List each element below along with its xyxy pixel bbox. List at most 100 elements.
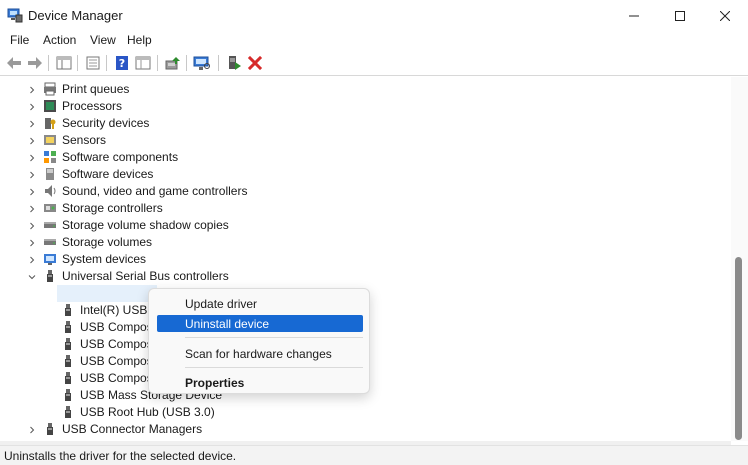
context-item-label: Uninstall device [185, 316, 270, 331]
chevron-right-icon[interactable] [27, 217, 37, 234]
usb-icon [65, 304, 71, 316]
scrollbar-thumb[interactable] [735, 257, 742, 440]
status-text: Uninstalls the driver for the selected d… [4, 449, 237, 463]
context-update-driver[interactable]: Update driver [157, 295, 363, 312]
forward-button[interactable] [26, 54, 44, 72]
speaker-icon [45, 185, 56, 197]
processor-icon [44, 100, 56, 112]
chevron-right-icon[interactable] [27, 81, 37, 98]
context-item-label: Scan for hardware changes [185, 346, 332, 361]
context-item-label: Update driver [185, 296, 258, 311]
selected-row-highlight [57, 285, 157, 302]
software-component-icon [44, 151, 56, 163]
properties-button[interactable] [84, 54, 102, 72]
tree-category-label[interactable]: System devices [62, 251, 146, 268]
usb-icon [65, 389, 71, 401]
usb-icon [65, 355, 71, 367]
uninstall-device-button[interactable] [246, 54, 264, 72]
context-uninstall-device[interactable]: Uninstall device [157, 315, 363, 332]
drive-icon [44, 222, 56, 228]
usb-icon [65, 406, 71, 418]
tree-category-label[interactable]: Software components [62, 149, 178, 166]
back-arrow-icon [7, 57, 21, 69]
status-bar: Uninstalls the driver for the selected d… [0, 445, 748, 465]
storage-controller-icon [44, 204, 56, 212]
chevron-right-icon[interactable] [27, 421, 37, 438]
chevron-right-icon[interactable] [27, 200, 37, 217]
view-button[interactable] [134, 54, 152, 72]
svg-text:?: ? [119, 57, 125, 70]
tree-device-label[interactable]: USB Root Hub (USB 3.0) [80, 404, 215, 421]
chevron-right-icon[interactable] [27, 166, 37, 183]
context-properties[interactable]: Properties [157, 374, 363, 391]
scan-hardware-icon [193, 56, 210, 70]
update-driver-icon [165, 57, 180, 70]
device-manager-icon [7, 8, 23, 23]
window-title: Device Manager [28, 8, 123, 23]
chevron-right-icon[interactable] [27, 98, 37, 115]
tree-category-label[interactable]: Universal Serial Bus controllers [62, 268, 229, 285]
usb-icon [65, 321, 71, 333]
tree-category-label[interactable]: Sensors [62, 132, 106, 149]
close-icon [720, 10, 730, 21]
enable-device-button[interactable] [225, 54, 243, 72]
menu-file[interactable]: File [10, 33, 29, 47]
minimize-button[interactable] [611, 0, 657, 31]
title-bar: Device Manager [0, 0, 748, 31]
chevron-right-icon[interactable] [27, 251, 37, 268]
context-scan-hardware[interactable]: Scan for hardware changes [157, 345, 363, 362]
drive-icon [44, 239, 56, 245]
tree-category-label[interactable]: USB Connector Managers [62, 421, 202, 438]
scan-hardware-button[interactable] [193, 54, 211, 72]
forward-arrow-icon [28, 57, 42, 69]
chevron-right-icon[interactable] [27, 149, 37, 166]
menu-action[interactable]: Action [43, 33, 76, 47]
tree-device-label[interactable]: USB Composit [80, 353, 159, 370]
chevron-right-icon[interactable] [27, 115, 37, 132]
view-icon [135, 56, 151, 70]
tree-category-label[interactable]: Processors [62, 98, 122, 115]
close-button[interactable] [702, 0, 748, 31]
chevron-down-icon[interactable] [27, 268, 37, 285]
context-item-label: Properties [185, 375, 245, 390]
help-icon: ? [116, 56, 128, 70]
tree-device-label[interactable]: USB Composit [80, 370, 159, 387]
minimize-icon [629, 15, 639, 16]
show-hide-console-tree-icon [56, 56, 72, 70]
menu-bar: File Action View Help [0, 31, 748, 51]
enable-device-icon [229, 56, 241, 70]
maximize-icon [675, 10, 685, 21]
usb-icon [47, 423, 53, 435]
context-menu: Update driver Uninstall device Scan for … [148, 288, 370, 394]
show-hide-console-tree-button[interactable] [55, 54, 73, 72]
help-button[interactable]: ? [113, 54, 131, 72]
chevron-right-icon[interactable] [27, 183, 37, 200]
software-device-icon [46, 168, 54, 180]
tree-category-label[interactable]: Security devices [62, 115, 149, 132]
system-device-icon [44, 254, 56, 265]
usb-icon [65, 372, 71, 384]
usb-icon [65, 338, 71, 350]
printer-icon [44, 82, 56, 96]
tree-category-label[interactable]: Storage volume shadow copies [62, 217, 229, 234]
chevron-right-icon[interactable] [27, 234, 37, 251]
maximize-button[interactable] [657, 0, 703, 31]
tree-category-label[interactable]: Print queues [62, 81, 129, 98]
usb-icon [47, 270, 53, 282]
toolbar: ? [0, 51, 748, 76]
tree-device-label[interactable]: USB Composit [80, 336, 159, 353]
tree-category-label[interactable]: Software devices [62, 166, 153, 183]
chevron-right-icon[interactable] [27, 132, 37, 149]
tree-category-label[interactable]: Storage controllers [62, 200, 163, 217]
properties-icon [86, 56, 100, 70]
tree-category-label[interactable]: Storage volumes [62, 234, 152, 251]
tree-category-label[interactable]: Sound, video and game controllers [62, 183, 247, 200]
uninstall-device-icon [248, 56, 262, 70]
security-device-icon [45, 118, 56, 129]
menu-help[interactable]: Help [127, 33, 152, 47]
update-driver-button[interactable] [164, 54, 182, 72]
back-button[interactable] [5, 54, 23, 72]
tree-device-label[interactable]: USB Composit [80, 319, 159, 336]
sensor-icon [44, 135, 56, 145]
menu-view[interactable]: View [90, 33, 116, 47]
